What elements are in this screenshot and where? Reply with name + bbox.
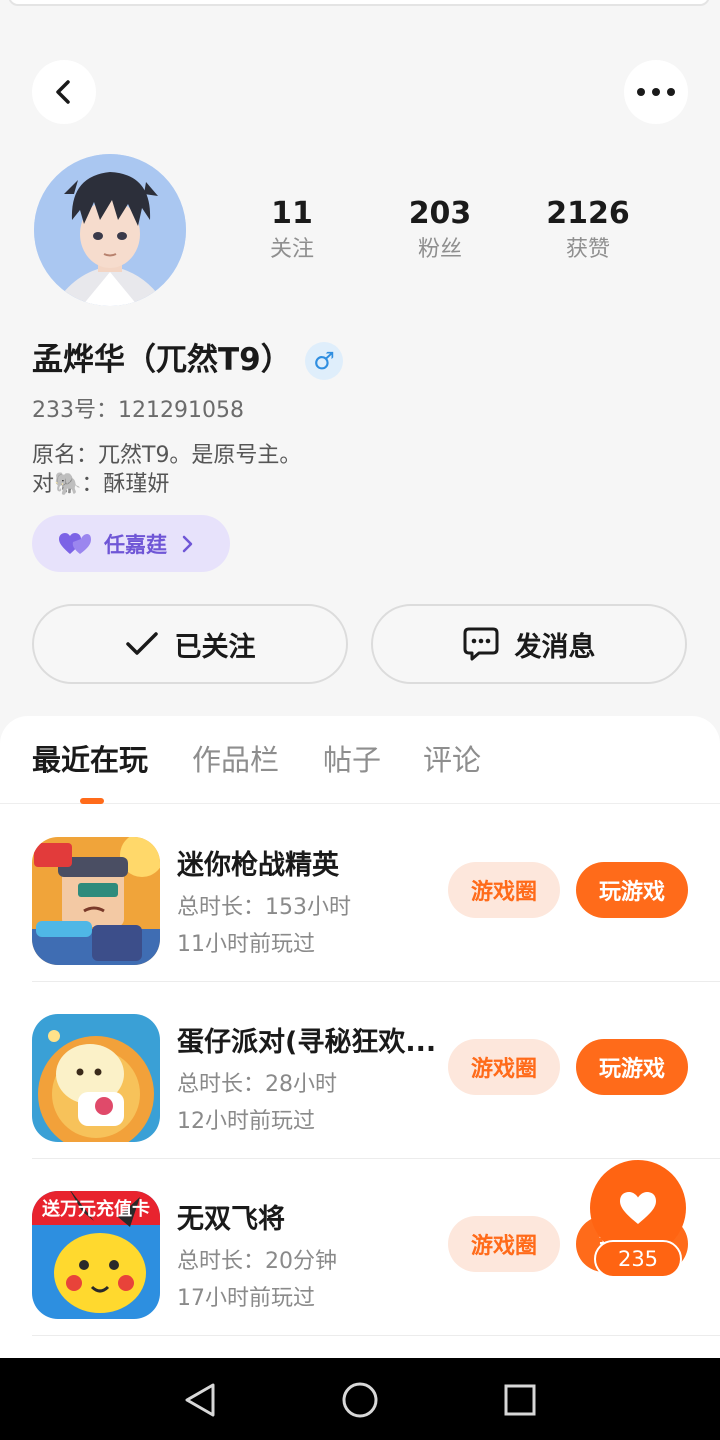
game-last-played: 12小时前玩过 bbox=[177, 1109, 315, 1134]
following-button[interactable]: 已关注 bbox=[32, 604, 348, 684]
male-icon: ♂ bbox=[313, 347, 335, 375]
game-total-time: 总时长：28小时 bbox=[177, 1072, 337, 1097]
tab-comments[interactable]: 评论 bbox=[423, 740, 481, 780]
game-icon[interactable] bbox=[32, 837, 160, 965]
game-icon[interactable] bbox=[32, 1014, 160, 1142]
user-id: 233号：121291058 bbox=[32, 398, 244, 423]
check-icon bbox=[125, 632, 158, 655]
square-recents-icon bbox=[504, 1384, 536, 1416]
game-circle-button[interactable]: 游戏圈 bbox=[448, 1216, 560, 1272]
bio: 原名：兀然T9。是原号主。 对🐘：酥瑾妍 bbox=[32, 441, 301, 499]
game-last-played: 17小时前玩过 bbox=[177, 1286, 315, 1311]
tab-works[interactable]: 作品栏 bbox=[192, 740, 279, 780]
avatar[interactable] bbox=[34, 154, 186, 306]
avatar-illustration bbox=[34, 154, 186, 306]
game-icon-art: 送万元充值卡 bbox=[32, 1191, 160, 1319]
play-game-button[interactable]: 玩游戏 bbox=[576, 862, 688, 918]
game-total-time: 总时长：153小时 bbox=[177, 895, 351, 920]
send-message-label: 发消息 bbox=[514, 631, 596, 663]
game-icon-badge-text: 送万元充值卡 bbox=[41, 1198, 150, 1220]
system-navigation-bar bbox=[0, 1358, 720, 1440]
double-heart-icon bbox=[59, 532, 91, 554]
stat-following[interactable]: 11 关注 bbox=[232, 196, 352, 264]
more-options-button[interactable] bbox=[624, 60, 688, 124]
game-title: 迷你枪战精英 bbox=[177, 850, 339, 881]
chat-bubble-icon bbox=[463, 627, 498, 661]
game-total-time: 总时长：20分钟 bbox=[177, 1249, 337, 1274]
game-row[interactable]: 蛋仔派对(寻秘狂欢... 总时长：28小时 12小时前玩过 游戏圈 玩游戏 bbox=[0, 982, 720, 1159]
heart-icon bbox=[620, 1192, 656, 1224]
game-row[interactable]: 迷你枪战精英 总时长：153小时 11小时前玩过 游戏圈 玩游戏 bbox=[0, 805, 720, 982]
stat-followers-value: 203 bbox=[408, 196, 472, 231]
game-circle-button[interactable]: 游戏圈 bbox=[448, 862, 560, 918]
tab-active-indicator bbox=[80, 798, 104, 804]
bio-line: 对🐘：酥瑾妍 bbox=[32, 472, 170, 497]
nav-home-button[interactable] bbox=[338, 1378, 382, 1422]
like-count-badge: 235 bbox=[594, 1240, 682, 1278]
game-icon[interactable]: 送万元充值卡 bbox=[32, 1191, 160, 1319]
nav-back-button[interactable] bbox=[178, 1378, 222, 1422]
chevron-left-icon bbox=[56, 80, 70, 104]
triangle-back-icon bbox=[185, 1383, 215, 1417]
stat-likes[interactable]: 2126 获赞 bbox=[528, 196, 648, 264]
cp-tag-button[interactable]: 任嘉莛 bbox=[32, 515, 230, 572]
game-title: 无双飞将 bbox=[177, 1204, 285, 1235]
stat-likes-value: 2126 bbox=[546, 196, 630, 231]
more-dots-icon bbox=[637, 88, 675, 96]
back-button[interactable] bbox=[32, 60, 96, 124]
stat-followers-label: 粉丝 bbox=[417, 237, 462, 262]
stat-following-value: 11 bbox=[271, 196, 313, 231]
stat-followers[interactable]: 203 粉丝 bbox=[380, 196, 500, 264]
bio-line: 原名：兀然T9。是原号主。 bbox=[32, 443, 302, 468]
game-title: 蛋仔派对(寻秘狂欢... bbox=[177, 1027, 437, 1058]
tab-recently-played[interactable]: 最近在玩 bbox=[32, 740, 148, 780]
row-divider bbox=[32, 1335, 720, 1336]
circle-home-icon bbox=[342, 1382, 378, 1418]
profile-name: 孟烨华（兀然T9） bbox=[32, 342, 292, 378]
cp-tag-name: 任嘉莛 bbox=[104, 532, 167, 557]
nav-recents-button[interactable] bbox=[498, 1378, 542, 1422]
game-icon-art bbox=[32, 837, 160, 965]
tab-bar: 最近在玩 作品栏 帖子 评论 bbox=[0, 716, 720, 804]
chevron-right-icon bbox=[182, 535, 193, 552]
game-last-played: 11小时前玩过 bbox=[177, 932, 315, 957]
play-game-button[interactable]: 玩游戏 bbox=[576, 1039, 688, 1095]
following-button-label: 已关注 bbox=[174, 631, 256, 663]
send-message-button[interactable]: 发消息 bbox=[371, 604, 687, 684]
game-icon-art bbox=[32, 1014, 160, 1142]
stat-following-label: 关注 bbox=[269, 237, 314, 262]
gender-badge: ♂ bbox=[305, 342, 343, 380]
tab-posts[interactable]: 帖子 bbox=[323, 740, 381, 780]
top-search-strip bbox=[8, 0, 710, 6]
stat-likes-label: 获赞 bbox=[565, 237, 610, 262]
game-circle-button[interactable]: 游戏圈 bbox=[448, 1039, 560, 1095]
